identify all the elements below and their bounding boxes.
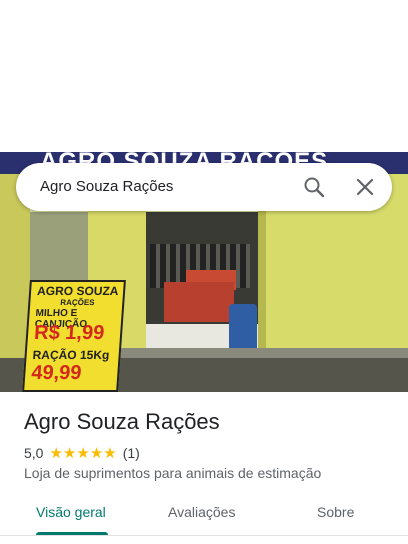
close-icon[interactable] (353, 175, 377, 199)
rating-value: 5,0 (24, 445, 44, 461)
star-icon: ★ (89, 443, 104, 462)
place-tabs: Visão geral Avaliações Sobre (0, 496, 408, 536)
board-line-1: AGRO SOUZA (36, 284, 119, 298)
place-category[interactable]: Loja de suprimentos para animais de esti… (24, 465, 321, 481)
search-icon[interactable] (302, 175, 326, 199)
tabs-divider (0, 535, 408, 536)
tab-reviews[interactable]: Avaliações (168, 504, 235, 520)
tab-about[interactable]: Sobre (317, 504, 354, 520)
search-bar[interactable]: Agro Souza Rações (16, 163, 392, 211)
star-icon: ★ (76, 443, 90, 462)
review-count[interactable]: (1) (123, 445, 140, 461)
tab-overview[interactable]: Visão geral (36, 504, 106, 520)
rating-row[interactable]: 5,0 ★ ★ ★ ★ ★ (1) (24, 444, 140, 462)
board-line-4: R$ 1,99 (33, 322, 106, 344)
star-icon: ★ (103, 443, 117, 462)
curb (120, 348, 408, 358)
feed-sacks (164, 282, 234, 322)
star-icon: ★ (62, 443, 77, 462)
search-input[interactable]: Agro Souza Rações (40, 178, 173, 195)
board-line-2: RAÇÕES (60, 298, 95, 307)
board-line-6: 49,99 (30, 362, 83, 384)
board-line-5: RAÇÃO 15Kg (32, 348, 110, 362)
star-icon: ★ (49, 443, 63, 462)
rating-stars: ★ ★ ★ ★ ★ (49, 443, 117, 462)
price-board: AGRO SOUZA RAÇÕES MILHO E CANJICÃO R$ 1,… (22, 280, 126, 392)
place-title: Agro Souza Rações (24, 409, 220, 434)
